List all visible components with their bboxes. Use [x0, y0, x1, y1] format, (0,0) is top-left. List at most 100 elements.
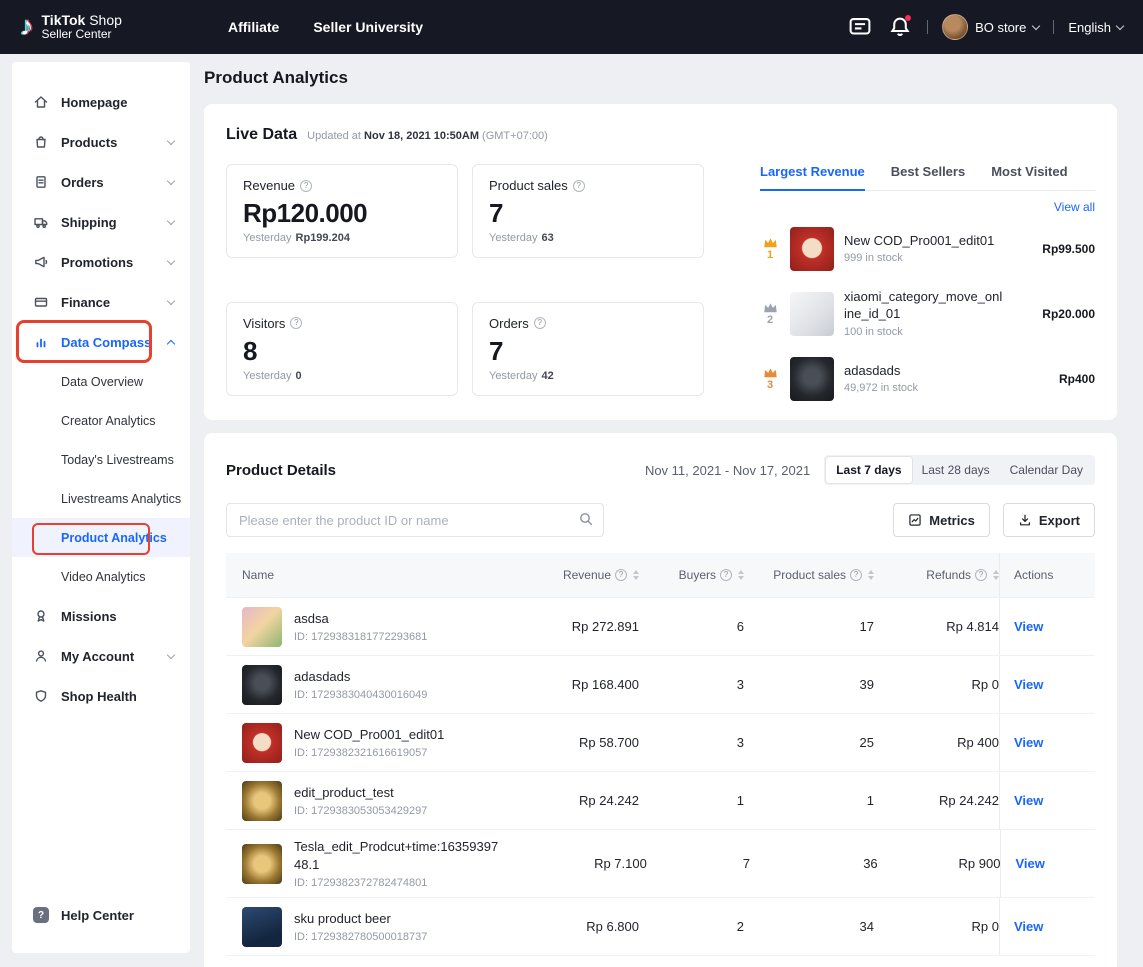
sidebar-item-label: Homepage — [61, 95, 127, 110]
product-sales-cell: 1 — [744, 772, 874, 829]
sidebar-subitem-product-analytics[interactable]: Product Analytics — [12, 518, 190, 557]
ranking-item[interactable]: 2 xiaomi_category_move_online_id_01 100 … — [760, 281, 1095, 346]
sidebar-item-orders[interactable]: Orders — [12, 162, 190, 202]
live-data-card: Live Data Updated at Nov 18, 2021 10:50A… — [204, 104, 1117, 420]
info-icon[interactable]: ? — [300, 180, 312, 192]
sidebar-item-finance[interactable]: Finance — [12, 282, 190, 322]
language-selector[interactable]: English — [1068, 20, 1123, 35]
tab-most-visited[interactable]: Most Visited — [991, 164, 1067, 190]
ranking-item[interactable]: 3 adasdads 49,972 in stock Rp400 — [760, 346, 1095, 411]
sidebar-item-products[interactable]: Products — [12, 122, 190, 162]
product-thumbnail — [790, 227, 834, 271]
sidebar-item-shipping[interactable]: Shipping — [12, 202, 190, 242]
date-range-label: Nov 11, 2021 - Nov 17, 2021 — [645, 463, 810, 478]
bar-chart-icon — [33, 334, 49, 350]
sidebar-item-data-compass[interactable]: Data Compass — [12, 322, 190, 362]
store-menu[interactable]: BO store — [942, 14, 1039, 40]
info-icon[interactable]: ? — [720, 569, 732, 581]
divider — [927, 20, 928, 34]
export-button[interactable]: Export — [1003, 503, 1095, 537]
sidebar-subitem-livestreams-analytics[interactable]: Livestreams Analytics — [12, 479, 190, 518]
tab-largest-revenue[interactable]: Largest Revenue — [760, 164, 865, 190]
chevron-down-icon — [167, 296, 175, 304]
product-sales-cell: 39 — [744, 656, 874, 713]
sidebar-item-my-account[interactable]: My Account — [12, 636, 190, 676]
table-row: asdsa ID: 1729383181772293681 Rp 272.891… — [226, 597, 1095, 655]
language-label: English — [1068, 20, 1111, 35]
subitem-label: Creator Analytics — [61, 414, 155, 428]
info-icon[interactable]: ? — [975, 569, 987, 581]
updated-zone: (GMT+07:00) — [482, 130, 548, 142]
range-last-7-days-button[interactable]: Last 7 days — [826, 457, 911, 483]
nav-seller-university[interactable]: Seller University — [313, 19, 423, 35]
stat-value: 8 — [243, 336, 441, 367]
chevron-down-icon — [167, 256, 175, 264]
notification-bell-icon[interactable] — [887, 14, 913, 40]
column-refunds: Refunds — [926, 568, 971, 582]
chat-icon[interactable] — [847, 14, 873, 40]
view-link[interactable]: View — [1014, 619, 1043, 634]
stat-value: 7 — [489, 336, 687, 367]
help-center-link[interactable]: ? Help Center — [12, 897, 190, 933]
info-icon[interactable]: ? — [534, 317, 546, 329]
view-link[interactable]: View — [1014, 793, 1043, 808]
product-thumbnail — [242, 665, 282, 705]
chevron-down-icon — [167, 136, 175, 144]
brand-text: TikTok Shop Seller Center — [42, 12, 122, 42]
product-id: ID: 1729382780500018737 — [294, 931, 427, 943]
tiktok-shop-logo[interactable]: ♪ TikTok Shop Seller Center — [20, 12, 190, 42]
shield-icon — [33, 688, 49, 704]
ranking-product-name: xiaomi_category_move_online_id_01 — [844, 289, 1004, 323]
view-link[interactable]: View — [1015, 856, 1044, 871]
sidebar-item-promotions[interactable]: Promotions — [12, 242, 190, 282]
subitem-label: Today's Livestreams — [61, 453, 174, 467]
range-calendar-day-button[interactable]: Calendar Day — [1000, 457, 1093, 483]
info-icon[interactable]: ? — [850, 569, 862, 581]
column-buyers: Buyers — [679, 568, 716, 582]
sidebar-subitem-data-overview[interactable]: Data Overview — [12, 362, 190, 401]
sidebar-item-homepage[interactable]: Homepage — [12, 82, 190, 122]
search-input[interactable] — [226, 503, 604, 537]
tab-best-sellers[interactable]: Best Sellers — [891, 164, 965, 190]
column-product-sales: Product sales — [773, 568, 846, 582]
chevron-down-icon — [167, 216, 175, 224]
sidebar-item-label: My Account — [61, 649, 134, 664]
medal-icon — [33, 608, 49, 624]
ranking-product-value: Rp400 — [1059, 372, 1095, 386]
sidebar-item-shop-health[interactable]: Shop Health — [12, 676, 190, 716]
view-link[interactable]: View — [1014, 735, 1043, 750]
refunds-cell: Rp 24.242 — [874, 772, 999, 829]
product-details-title: Product Details — [226, 462, 336, 479]
rank-number: 3 — [767, 379, 773, 391]
sidebar-item-missions[interactable]: Missions — [12, 596, 190, 636]
product-sales-cell: 17 — [744, 598, 874, 655]
updated-time: Nov 18, 2021 10:50AM — [364, 130, 479, 142]
sidebar-subitem-video-analytics[interactable]: Video Analytics — [12, 557, 190, 596]
crown-bronze-icon — [763, 367, 778, 378]
view-all-link[interactable]: View all — [1054, 200, 1095, 214]
product-thumbnail — [242, 781, 282, 821]
sidebar-item-label: Shop Health — [61, 689, 137, 704]
store-avatar — [942, 14, 968, 40]
product-thumbnail — [242, 607, 282, 647]
info-icon[interactable]: ? — [615, 569, 627, 581]
metrics-button[interactable]: Metrics — [893, 503, 990, 537]
sidebar-item-label: Shipping — [61, 215, 117, 230]
product-name: edit_product_test — [294, 784, 427, 802]
sidebar-subitem-creator-analytics[interactable]: Creator Analytics — [12, 401, 190, 440]
info-icon[interactable]: ? — [290, 317, 302, 329]
nav-affiliate[interactable]: Affiliate — [228, 19, 279, 35]
page-title: Product Analytics — [204, 68, 1117, 88]
chevron-down-icon — [167, 176, 175, 184]
product-name: New COD_Pro001_edit01 — [294, 726, 444, 744]
view-link[interactable]: View — [1014, 919, 1043, 934]
search-icon[interactable] — [578, 511, 594, 527]
metrics-icon — [908, 513, 922, 527]
subitem-label: Livestreams Analytics — [61, 492, 181, 506]
info-icon[interactable]: ? — [573, 180, 585, 192]
view-link[interactable]: View — [1014, 677, 1043, 692]
sidebar-subitem-todays-livestreams[interactable]: Today's Livestreams — [12, 440, 190, 479]
range-last-28-days-button[interactable]: Last 28 days — [912, 457, 1000, 483]
ranking-item[interactable]: 1 New COD_Pro001_edit01 999 in stock Rp9… — [760, 216, 1095, 281]
ranking-product-stock: 49,972 in stock — [844, 382, 1049, 394]
